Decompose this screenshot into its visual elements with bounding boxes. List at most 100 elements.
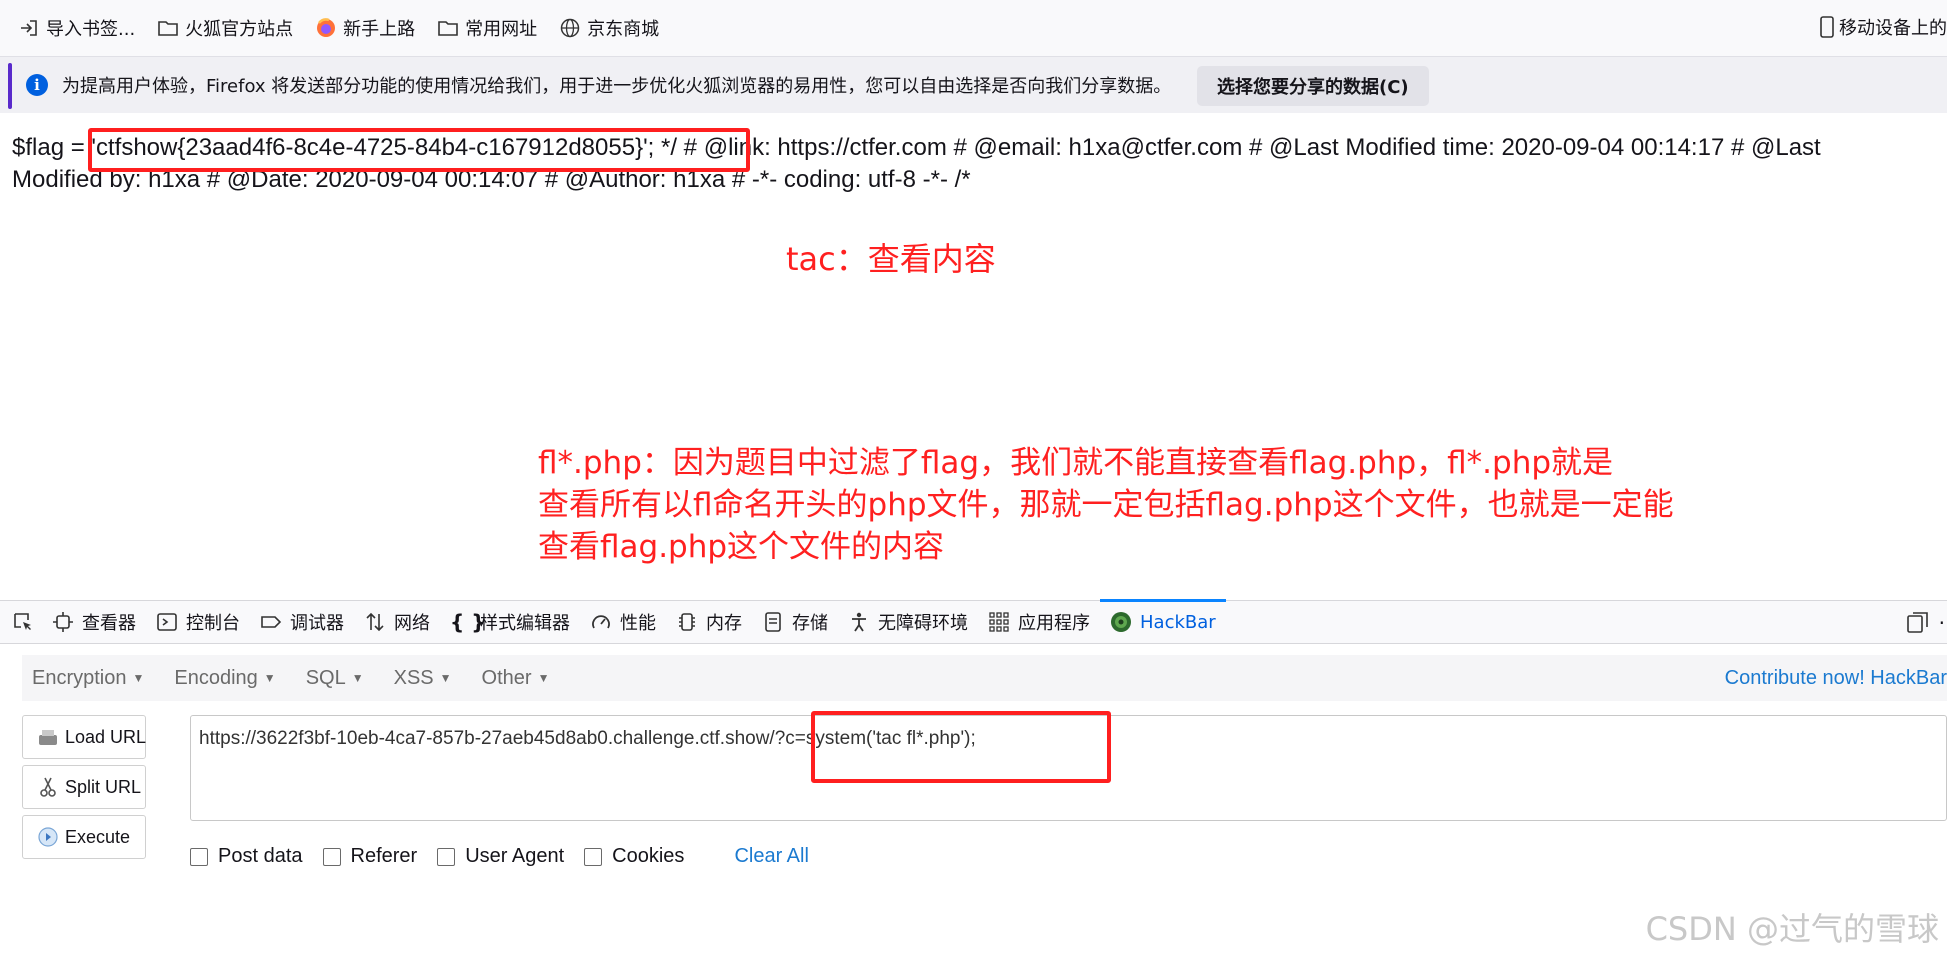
- caret-down-icon: ▼: [439, 671, 452, 686]
- mobile-device-icon: [1819, 16, 1835, 38]
- caret-down-icon: ▼: [351, 671, 364, 686]
- bookmark-common-sites[interactable]: 常用网址: [437, 15, 537, 41]
- tab-accessibility[interactable]: 无障碍环境: [838, 600, 978, 644]
- tab-label: 性能: [620, 613, 656, 634]
- tab-console[interactable]: 控制台: [146, 600, 250, 644]
- checkbox-box: [190, 847, 208, 866]
- element-picker-button[interactable]: [0, 600, 42, 644]
- picker-icon: [12, 611, 34, 633]
- hackbar-options: Post data Referer User Agent Cookies Cle…: [190, 845, 809, 868]
- checkbox-box: [584, 847, 603, 866]
- accessibility-icon: [848, 611, 870, 633]
- memory-icon: [676, 611, 698, 633]
- cookies-checkbox[interactable]: Cookies: [584, 845, 684, 868]
- import-icon: [18, 17, 40, 39]
- load-url-button[interactable]: Load URL: [22, 715, 146, 759]
- caret-down-icon: ▼: [537, 671, 550, 686]
- tab-label: HackBar: [1140, 611, 1216, 633]
- contribute-link[interactable]: Contribute now! HackBar: [1725, 667, 1947, 690]
- annotation-line: 查看flag.php这个文件的内容: [538, 529, 945, 565]
- split-url-button[interactable]: Split URL: [22, 765, 146, 809]
- clear-all-link[interactable]: Clear All: [734, 845, 808, 868]
- button-label: Load URL: [65, 726, 147, 747]
- bookmark-label: 火狐官方站点: [185, 19, 294, 40]
- play-icon: [37, 826, 59, 848]
- tab-memory[interactable]: 内存: [666, 600, 752, 644]
- checkbox-label: Referer: [350, 845, 418, 867]
- post-data-checkbox[interactable]: Post data: [190, 845, 303, 868]
- choose-data-button[interactable]: 选择您要分享的数据(C): [1197, 66, 1429, 106]
- menu-label: Encryption: [32, 666, 127, 689]
- referer-checkbox[interactable]: Referer: [322, 845, 418, 868]
- csdn-watermark: CSDN @过气的雪球: [1645, 910, 1939, 948]
- annotation-line: 查看所有以fl命名开头的php文件，那就一定包括flag.php这个文件，也就是…: [538, 487, 1674, 523]
- checkbox-box: [437, 847, 456, 866]
- bookmark-label: 京东商城: [587, 19, 660, 40]
- annotation-wildcard: fl*.php：因为题目中过滤了flag，我们就不能直接查看flag.php，f…: [538, 442, 1674, 568]
- inspector-icon: [52, 611, 74, 633]
- folder-icon: [437, 17, 459, 39]
- tab-label: 控制台: [186, 613, 240, 634]
- hackbar-icon: [1110, 611, 1132, 633]
- console-icon: [156, 611, 178, 633]
- bookmarks-toolbar: 导入书签... 火狐官方站点 新手上路 常用网址 京东商城 移动设备上的: [0, 0, 1947, 56]
- menu-encryption[interactable]: Encryption ▼: [32, 667, 144, 690]
- caret-down-icon: ▼: [263, 671, 276, 686]
- folder-icon: [157, 17, 179, 39]
- firefox-icon: [315, 17, 337, 39]
- tab-label: 内存: [706, 613, 742, 634]
- menu-xss[interactable]: XSS ▼: [394, 667, 452, 690]
- bookmark-import[interactable]: 导入书签...: [18, 15, 135, 41]
- bookmark-getting-started[interactable]: 新手上路: [315, 15, 415, 41]
- tab-hackbar[interactable]: HackBar: [1100, 599, 1226, 644]
- bookmark-label: 新手上路: [343, 19, 416, 40]
- checkbox-label: Post data: [218, 845, 303, 867]
- globe-icon: [559, 17, 581, 39]
- payload-highlight-box: [811, 711, 1111, 783]
- application-icon: [988, 611, 1010, 633]
- menu-label: XSS: [393, 666, 434, 689]
- debugger-icon: [260, 611, 282, 633]
- bookmark-label: 常用网址: [465, 19, 538, 40]
- tab-debugger[interactable]: 调试器: [250, 600, 354, 644]
- tab-label: 应用程序: [1018, 613, 1090, 634]
- scissors-icon: [37, 776, 59, 798]
- checkbox-label: User Agent: [465, 845, 565, 867]
- mobile-bookmarks[interactable]: 移动设备上的: [1819, 14, 1947, 40]
- hackbar-menu: Encryption ▼ Encoding ▼ SQL ▼ XSS ▼ Other ▼ C…: [22, 655, 1947, 701]
- flag-highlight-box: [88, 128, 750, 172]
- bookmark-firefox-site[interactable]: 火狐官方站点: [157, 15, 293, 41]
- menu-sql[interactable]: SQL ▼: [306, 667, 364, 690]
- mobile-bookmarks-label: 移动设备上的: [1839, 18, 1947, 39]
- style-editor-icon: { }: [450, 610, 486, 634]
- devtools-toolbar: 查看器 控制台 调试器 网络 { } 样式编辑器 性能 内存 存储 无障碍环境 …: [0, 599, 1947, 645]
- checkbox-box: [322, 847, 341, 866]
- devtools-right-controls: ·: [1905, 601, 1947, 645]
- bookmark-jd[interactable]: 京东商城: [559, 15, 659, 41]
- more-options-icon[interactable]: ·: [1939, 611, 1947, 635]
- tab-application[interactable]: 应用程序: [978, 600, 1100, 644]
- tab-performance[interactable]: 性能: [580, 600, 666, 644]
- tab-inspector[interactable]: 查看器: [42, 600, 146, 644]
- caret-down-icon: ▼: [132, 671, 145, 686]
- user-agent-checkbox[interactable]: User Agent: [437, 845, 564, 868]
- dock-icon[interactable]: [1905, 611, 1929, 635]
- menu-encoding[interactable]: Encoding ▼: [174, 667, 275, 690]
- network-icon: [364, 611, 386, 633]
- tab-storage[interactable]: 存储: [752, 600, 838, 644]
- button-label: Split URL: [65, 776, 142, 797]
- tab-network[interactable]: 网络: [354, 600, 440, 644]
- load-icon: [37, 726, 59, 748]
- tab-label: 网络: [394, 613, 430, 634]
- annotation-tac: tac：查看内容: [786, 240, 996, 278]
- notice-message: 为提高用户体验，Firefox 将发送部分功能的使用情况给我们，用于进一步优化火…: [62, 76, 1172, 97]
- tab-style-editor[interactable]: { } 样式编辑器: [440, 600, 580, 644]
- annotation-line: fl*.php：因为题目中过滤了flag，我们就不能直接查看flag.php，f…: [538, 445, 1614, 481]
- execute-button[interactable]: Execute: [22, 815, 146, 859]
- menu-other[interactable]: Other ▼: [482, 667, 550, 690]
- storage-icon: [762, 611, 784, 633]
- checkbox-label: Cookies: [612, 845, 685, 867]
- tab-label: 无障碍环境: [878, 613, 968, 634]
- telemetry-notification-bar: i 为提高用户体验，Firefox 将发送部分功能的使用情况给我们，用于进一步优…: [0, 56, 1947, 113]
- notice-accent: [8, 63, 12, 109]
